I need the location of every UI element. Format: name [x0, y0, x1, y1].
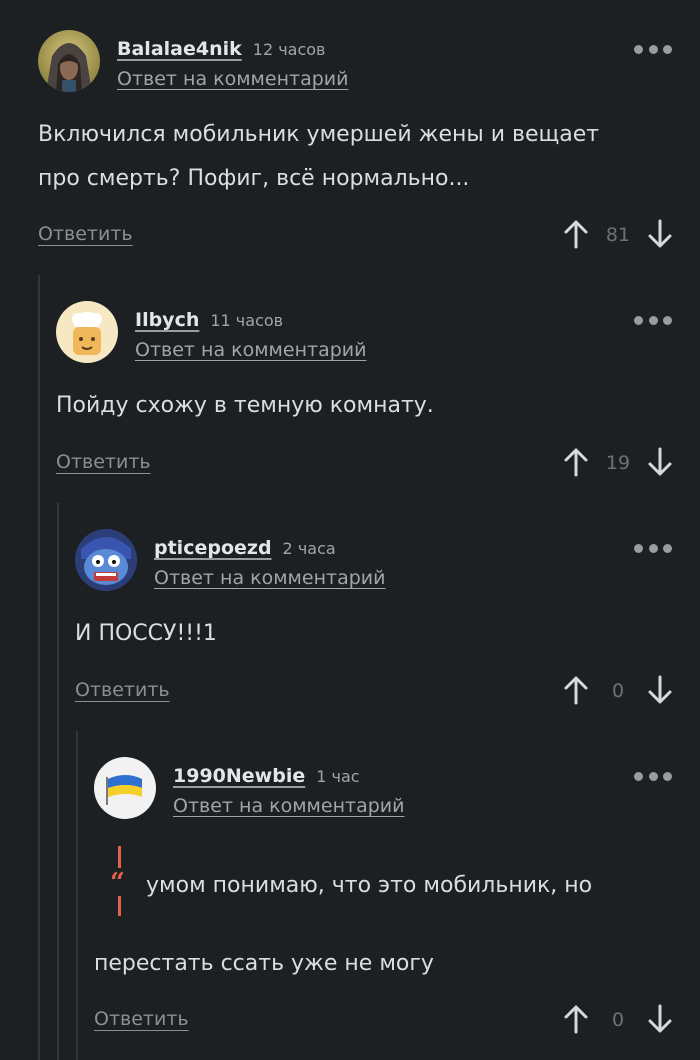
- arrow-up-icon[interactable]: [562, 219, 590, 249]
- vote-count: 19: [605, 452, 631, 474]
- arrow-up-icon[interactable]: [562, 447, 590, 477]
- username[interactable]: 1990Newbie: [173, 765, 305, 787]
- quote-text: умом понимаю, что это мобильник, но: [146, 873, 593, 898]
- vote-count: 81: [605, 224, 631, 246]
- arrow-up-icon[interactable]: [562, 1004, 590, 1034]
- quote-bar: [118, 896, 121, 916]
- username[interactable]: Balalae4nik: [117, 38, 242, 60]
- comment-meta: 1990Newbie 1 час: [173, 765, 360, 795]
- more-dots-icon[interactable]: [634, 313, 672, 327]
- reply-to-link[interactable]: Ответ на комментарий: [117, 68, 348, 90]
- vote-count: 0: [611, 1009, 625, 1031]
- quote-bar: [118, 846, 121, 868]
- comment-text-line: про смерть? Пофиг, всё нормально...: [38, 166, 470, 191]
- comment-text-line: Пойду схожу в темную комнату.: [56, 393, 434, 418]
- more-dots-icon[interactable]: [634, 769, 672, 783]
- timestamp: 11 часов: [210, 311, 284, 330]
- comment-text: Включился мобильник умершей жены и вещае…: [38, 113, 599, 201]
- username[interactable]: pticepoezd: [154, 537, 272, 559]
- reply-to-link[interactable]: Ответ на комментарий: [173, 795, 404, 817]
- comment-text: И ПОССУ!!!1: [75, 612, 217, 656]
- timestamp: 2 часа: [282, 539, 336, 558]
- comment-meta: pticepoezd 2 часа: [154, 537, 336, 567]
- more-dots-icon[interactable]: [634, 541, 672, 555]
- vote-panel: 0: [562, 1004, 674, 1034]
- comment-meta: Ilbych 11 часов: [135, 309, 283, 339]
- avatar[interactable]: [94, 757, 156, 819]
- vote-panel: 19: [562, 447, 674, 477]
- arrow-down-icon[interactable]: [646, 675, 674, 705]
- avatar[interactable]: [56, 301, 118, 363]
- vote-panel: 81: [562, 219, 674, 249]
- reply-button[interactable]: Ответить: [94, 1008, 189, 1030]
- more-dots-icon[interactable]: [634, 42, 672, 56]
- comment-text-line: И ПОССУ!!!1: [75, 621, 217, 646]
- avatar[interactable]: [75, 529, 137, 591]
- comment-text: перестать ссать уже не могу: [94, 942, 434, 986]
- arrow-down-icon[interactable]: [646, 1004, 674, 1034]
- vote-panel: 0: [562, 675, 674, 705]
- timestamp: 1 час: [316, 767, 360, 786]
- vote-count: 0: [611, 680, 625, 702]
- avatar[interactable]: [38, 30, 100, 92]
- reply-button[interactable]: Ответить: [38, 223, 133, 245]
- arrow-up-icon[interactable]: [562, 675, 590, 705]
- reply-button[interactable]: Ответить: [75, 679, 170, 701]
- comment-meta: Balalae4nik 12 часов: [117, 38, 325, 68]
- comment-text-line: Включился мобильник умершей жены и вещае…: [38, 122, 600, 147]
- comment-thread: Balalae4nik 12 часов Ответ на комментари…: [0, 0, 700, 1060]
- comment-text-line: перестать ссать уже не могу: [94, 951, 434, 976]
- arrow-down-icon[interactable]: [646, 219, 674, 249]
- thread-branch-line: [76, 731, 78, 1060]
- comment-text: Пойду схожу в темную комнату.: [56, 384, 434, 428]
- arrow-down-icon[interactable]: [646, 447, 674, 477]
- thread-branch-line: [38, 275, 40, 1060]
- reply-to-link[interactable]: Ответ на комментарий: [135, 339, 366, 361]
- timestamp: 12 часов: [252, 40, 326, 59]
- thread-branch-line: [57, 503, 59, 1060]
- username[interactable]: Ilbych: [135, 309, 199, 331]
- quote-icon: “: [110, 868, 125, 898]
- reply-button[interactable]: Ответить: [56, 451, 151, 473]
- reply-to-link[interactable]: Ответ на комментарий: [154, 567, 385, 589]
